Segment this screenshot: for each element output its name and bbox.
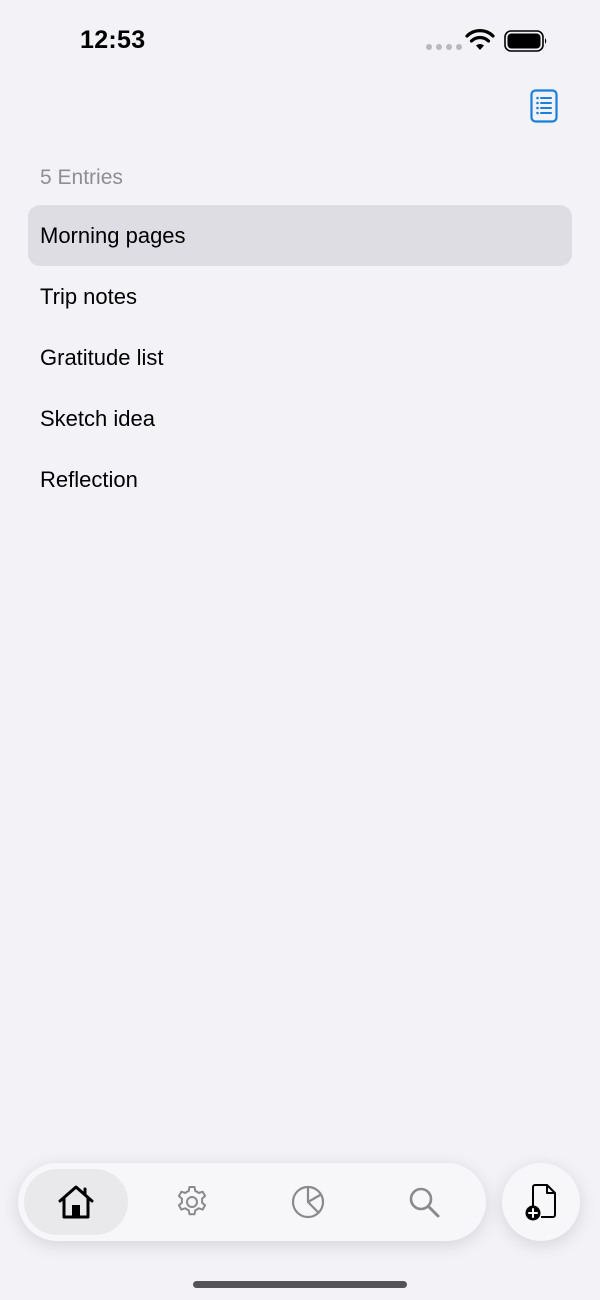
list-item[interactable]: Trip notes <box>28 266 572 327</box>
wifi-icon <box>465 29 495 50</box>
list-document-icon <box>530 89 558 123</box>
house-icon <box>58 1185 94 1219</box>
search-icon <box>409 1187 440 1218</box>
entry-title: Sketch idea <box>40 405 155 431</box>
tab-settings[interactable] <box>140 1169 244 1235</box>
list-item[interactable]: Sketch idea <box>28 388 572 449</box>
status-time: 12:53 <box>80 26 146 54</box>
new-entry-button[interactable] <box>502 1163 580 1241</box>
tab-statistics[interactable] <box>256 1169 360 1235</box>
entry-list: Morning pages Trip notes Gratitude list … <box>28 205 572 510</box>
entry-title: Morning pages <box>40 222 186 248</box>
gear-icon <box>177 1186 207 1216</box>
entries-count: 5 Entries <box>40 166 123 189</box>
status-bar: 12:53 <box>0 0 600 80</box>
list-item[interactable]: Gratitude list <box>28 327 572 388</box>
new-document-icon <box>525 1184 556 1221</box>
list-view-button[interactable] <box>526 86 562 126</box>
tab-search[interactable] <box>372 1169 476 1235</box>
entry-title: Gratitude list <box>40 344 164 370</box>
home-indicator <box>193 1281 407 1288</box>
list-item[interactable]: Reflection <box>28 449 572 510</box>
battery-icon <box>504 30 547 52</box>
entry-title: Reflection <box>40 466 138 492</box>
list-item[interactable]: Morning pages <box>28 205 572 266</box>
tab-bar <box>18 1163 486 1241</box>
cellular-signal-icon <box>426 44 462 50</box>
entry-title: Trip notes <box>40 283 138 309</box>
pie-chart-icon <box>291 1185 325 1219</box>
tab-home[interactable] <box>24 1169 128 1235</box>
